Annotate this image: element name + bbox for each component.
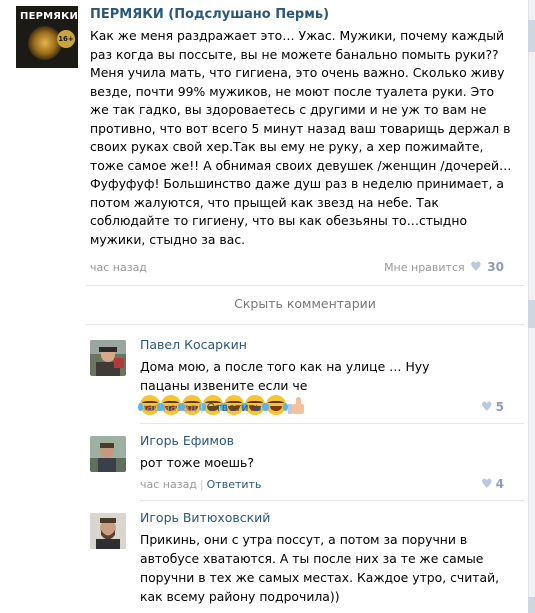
divider [140,500,524,501]
group-avatar[interactable]: ПЕРМЯКИ 16+ [16,6,78,68]
face-with-tears-of-joy-icon [264,395,288,415]
thumbs-up-icon [287,396,305,414]
comment-like-button[interactable]: ♥ 5 [481,400,504,415]
comment-author-link[interactable]: Павел Косаркин [140,337,247,352]
avatar-photo-icon [90,340,126,376]
avatar-brand-text: ПЕРМЯКИ [20,11,78,22]
reply-button[interactable]: Ответить [207,401,262,414]
commenter-avatar[interactable] [90,436,126,472]
post-like-label: Мне нравится [384,261,465,274]
heart-icon: ♥ [480,400,493,415]
post-author-link[interactable]: ПЕРМЯКИ (Подслушано Пермь) [90,7,329,22]
commenter-avatar[interactable] [90,340,126,376]
comment-author-link[interactable]: Игорь Витюховский [140,510,270,525]
comment-text: Прикинь, они с утра поссут, а потом за п… [140,532,500,604]
divider [86,324,524,325]
post-like-count: 30 [487,260,504,274]
comment-text-body: Дома мою, а после того как на улице … Ну… [140,359,430,393]
comment-author-link[interactable]: Игорь Ефимов [140,433,234,448]
comment-timestamp[interactable]: час назад [140,478,197,491]
wall-post-card: ПЕРМЯКИ 16+ ПЕРМЯКИ (Подслушано Пермь) К… [0,0,528,613]
comment-text: рот тоже моешь? [140,455,254,470]
comment-like-button[interactable]: ♥ 4 [481,477,504,492]
scroll-marker [528,597,535,613]
scroll-marker [528,20,535,52]
comment-meta: час назад | Ответить [140,478,262,491]
comment-timestamp[interactable]: час назад [140,401,197,414]
post-text: Как же меня раздражает это… Ужас. Мужики… [90,28,512,247]
scroll-marker [528,300,535,328]
post-like-button[interactable]: Мне нравится ♥ 30 [384,260,504,275]
age-rating-badge: 16+ [57,30,75,48]
comment-like-count: 4 [495,477,504,491]
reply-button[interactable]: Ответить [207,478,262,491]
comment-like-count: 5 [495,400,504,414]
comment-meta: час назад | Ответить [140,401,262,414]
heart-icon: ♥ [470,260,482,275]
heart-icon: ♥ [480,477,493,492]
commenter-avatar[interactable] [90,513,126,549]
divider [86,285,524,286]
avatar-photo-icon [90,513,126,549]
post-timestamp[interactable]: час назад [90,261,147,274]
hide-comments-link[interactable]: Скрыть комментарии [86,296,524,311]
lamp-glow-icon [28,26,62,60]
avatar-photo-icon [90,436,126,472]
divider [140,423,524,424]
